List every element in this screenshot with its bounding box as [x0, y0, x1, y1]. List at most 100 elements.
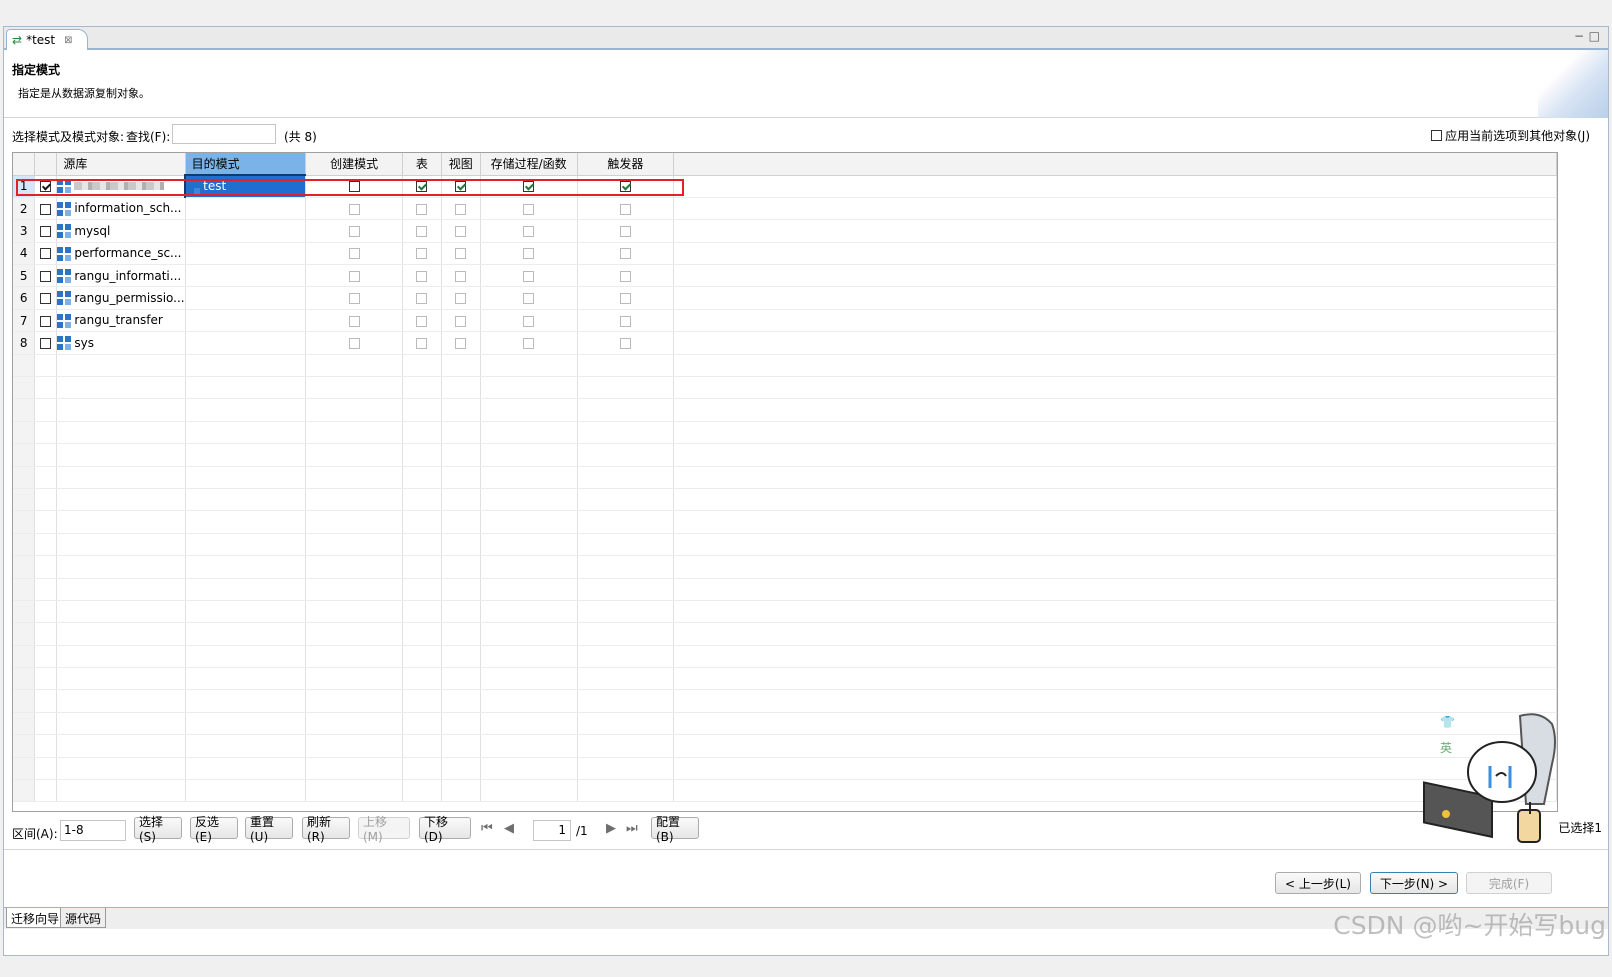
- close-icon[interactable]: ⊠: [64, 35, 72, 46]
- trigger-cell[interactable]: [577, 197, 675, 221]
- trigger-checkbox[interactable]: [619, 315, 631, 327]
- table-row[interactable]: 3 mysql: [13, 219, 1557, 243]
- move-down-button[interactable]: 下移(D): [419, 815, 471, 844]
- trigger-cell[interactable]: [577, 175, 675, 198]
- apply-to-others-option[interactable]: 应用当前选项到其他对象(J): [1431, 127, 1590, 144]
- procedure-cell[interactable]: [480, 264, 578, 288]
- table-cell[interactable]: [402, 242, 442, 266]
- view-cell[interactable]: [441, 286, 481, 310]
- view-checkbox[interactable]: [455, 203, 467, 215]
- create-schema-checkbox[interactable]: [348, 270, 360, 282]
- view-checkbox[interactable]: [455, 270, 467, 282]
- table-cell[interactable]: [402, 197, 442, 221]
- procedure-cell[interactable]: [480, 286, 578, 310]
- create-schema-checkbox[interactable]: [348, 203, 360, 215]
- first-page-icon[interactable]: ⏮: [481, 821, 493, 836]
- row-select-checkbox[interactable]: [40, 293, 52, 305]
- tab-migration-wizard[interactable]: 迁移向导: [6, 908, 65, 928]
- select-button[interactable]: 选择(S): [134, 815, 182, 844]
- table-checkbox[interactable]: [416, 248, 428, 260]
- table-row[interactable]: 6 rangu_permissio...: [13, 286, 1557, 310]
- move-up-button[interactable]: 上移(M): [358, 815, 410, 844]
- procedure-cell[interactable]: [480, 309, 578, 333]
- row-select-checkbox[interactable]: [40, 270, 52, 282]
- trigger-checkbox[interactable]: [619, 225, 631, 237]
- table-checkbox[interactable]: [416, 270, 428, 282]
- dest-schema-cell[interactable]: test: [184, 173, 307, 198]
- procedure-checkbox[interactable]: [523, 337, 535, 349]
- create-schema-cell[interactable]: [305, 264, 403, 288]
- trigger-cell[interactable]: [577, 309, 675, 333]
- source-db-cell[interactable]: information_sch...: [56, 197, 186, 221]
- trigger-cell[interactable]: [577, 242, 675, 266]
- table-cell[interactable]: [402, 309, 442, 333]
- table-cell[interactable]: [402, 264, 442, 288]
- create-schema-cell[interactable]: [305, 309, 403, 333]
- create-schema-checkbox[interactable]: [348, 248, 360, 260]
- view-cell[interactable]: [441, 197, 481, 221]
- dest-schema-cell[interactable]: [185, 264, 307, 288]
- procedure-checkbox[interactable]: [523, 225, 535, 237]
- source-db-cell[interactable]: [56, 175, 186, 198]
- source-db-cell[interactable]: mysql: [56, 219, 186, 243]
- row-select-cell[interactable]: [34, 175, 58, 198]
- source-db-cell[interactable]: rangu_transfer: [56, 309, 186, 333]
- row-select-checkbox[interactable]: [40, 181, 52, 193]
- col-procedure[interactable]: 存储过程/函数: [480, 153, 578, 176]
- last-page-icon[interactable]: ⏭: [626, 821, 638, 836]
- prev-step-button[interactable]: < 上一步(L): [1275, 872, 1361, 894]
- col-view[interactable]: 视图: [441, 153, 481, 176]
- view-cell[interactable]: [441, 175, 481, 198]
- table-row[interactable]: 8 sys: [13, 331, 1557, 355]
- procedure-checkbox[interactable]: [523, 248, 535, 260]
- table-checkbox[interactable]: [416, 225, 428, 237]
- view-checkbox[interactable]: [455, 293, 467, 305]
- dest-schema-cell[interactable]: [185, 197, 307, 221]
- table-checkbox[interactable]: [416, 203, 428, 215]
- page-input[interactable]: 1: [533, 820, 571, 841]
- table-row[interactable]: 7 rangu_transfer: [13, 309, 1557, 333]
- create-schema-cell[interactable]: [305, 197, 403, 221]
- dest-schema-cell[interactable]: [185, 331, 307, 355]
- trigger-checkbox[interactable]: [619, 181, 631, 193]
- create-schema-checkbox[interactable]: [348, 181, 360, 193]
- dest-schema-cell[interactable]: [185, 219, 307, 243]
- table-row[interactable]: 4 performance_sc...: [13, 242, 1557, 266]
- create-schema-cell[interactable]: [305, 286, 403, 310]
- table-checkbox[interactable]: [416, 293, 428, 305]
- create-schema-checkbox[interactable]: [348, 337, 360, 349]
- table-row[interactable]: 1 test: [13, 173, 1557, 198]
- view-cell[interactable]: [441, 331, 481, 355]
- create-schema-cell[interactable]: [305, 242, 403, 266]
- view-checkbox[interactable]: [455, 181, 467, 193]
- procedure-cell[interactable]: [480, 242, 578, 266]
- view-checkbox[interactable]: [455, 248, 467, 260]
- create-schema-cell[interactable]: [305, 175, 403, 198]
- procedure-checkbox[interactable]: [523, 315, 535, 327]
- view-checkbox[interactable]: [455, 225, 467, 237]
- trigger-checkbox[interactable]: [619, 248, 631, 260]
- trigger-cell[interactable]: [577, 264, 675, 288]
- trigger-cell[interactable]: [577, 219, 675, 243]
- source-db-cell[interactable]: rangu_informati...: [56, 264, 186, 288]
- table-checkbox[interactable]: [416, 181, 428, 193]
- table-cell[interactable]: [402, 331, 442, 355]
- create-schema-checkbox[interactable]: [348, 293, 360, 305]
- procedure-cell[interactable]: [480, 197, 578, 221]
- trigger-checkbox[interactable]: [619, 270, 631, 282]
- row-select-checkbox[interactable]: [40, 203, 52, 215]
- range-input[interactable]: 1-8: [60, 820, 126, 841]
- row-select-cell[interactable]: [34, 331, 58, 355]
- procedure-cell[interactable]: [480, 175, 578, 198]
- col-dest-schema[interactable]: 目的模式: [185, 153, 307, 176]
- create-schema-cell[interactable]: [305, 331, 403, 355]
- view-checkbox[interactable]: [455, 315, 467, 327]
- table-row[interactable]: 2 information_sch...: [13, 197, 1557, 221]
- dest-schema-cell[interactable]: [185, 286, 307, 310]
- trigger-cell[interactable]: [577, 286, 675, 310]
- refresh-button[interactable]: 刷新(R): [302, 815, 350, 844]
- table-checkbox[interactable]: [416, 315, 428, 327]
- source-db-cell[interactable]: rangu_permissio...: [56, 286, 186, 310]
- trigger-cell[interactable]: [577, 331, 675, 355]
- row-select-cell[interactable]: [34, 309, 58, 333]
